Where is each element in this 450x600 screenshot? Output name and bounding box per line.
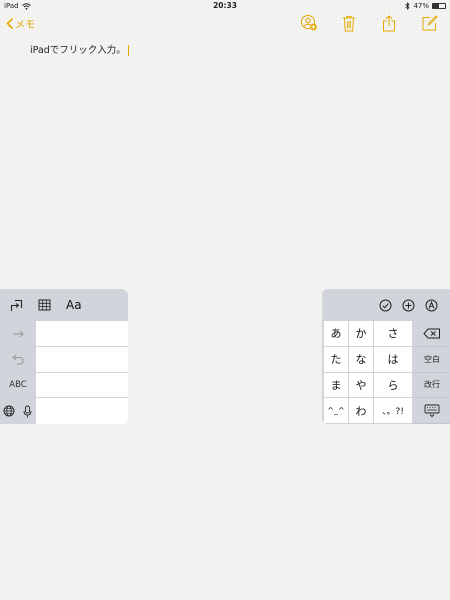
candidate-row[interactable] — [36, 347, 128, 373]
dock-icon — [10, 299, 23, 311]
kana-key[interactable]: あ — [324, 321, 349, 347]
candidate-row[interactable] — [36, 373, 128, 399]
space-key[interactable]: 空白 — [414, 347, 450, 373]
chevron-left-icon — [6, 18, 13, 29]
battery-percent: 47% — [413, 2, 429, 10]
undo-icon — [12, 354, 24, 365]
kana-key[interactable]: は — [374, 346, 413, 373]
left-toolbar: Aa — [0, 289, 128, 321]
kana-key[interactable]: か — [349, 321, 374, 347]
back-button[interactable]: メモ — [6, 16, 35, 31]
note-text: iPadでフリック入力。 — [30, 45, 126, 56]
left-key-column: ABC — [0, 321, 36, 424]
right-toolbar — [322, 289, 450, 321]
kana-key[interactable]: さ — [374, 321, 413, 347]
arrow-right-icon — [13, 330, 24, 338]
delete-icon — [423, 328, 440, 339]
flick-keypad: あ か さ た な は ま や ら ^_^ わ 、。?! 空白 改行 — [322, 321, 450, 424]
microphone-icon — [23, 405, 31, 418]
abc-key[interactable]: ABC — [0, 373, 36, 399]
kana-key[interactable]: ら — [374, 372, 413, 399]
kana-key[interactable]: な — [349, 346, 374, 373]
status-right: 47% — [405, 2, 446, 10]
status-time: 20:33 — [213, 1, 237, 10]
nav-bar: メモ — [0, 12, 450, 38]
plus-circle-icon — [402, 299, 415, 311]
kana-key[interactable]: ま — [324, 372, 349, 399]
note-body[interactable]: iPadでフリック入力。 — [30, 42, 130, 56]
keyboard-right-panel: あ か さ た な は ま や ら ^_^ わ 、。?! 空白 改行 — [322, 289, 450, 424]
markup-button[interactable] — [425, 299, 438, 312]
globe-icon — [3, 405, 15, 417]
mic-key[interactable] — [18, 398, 36, 424]
kana-key[interactable]: や — [349, 372, 374, 399]
candidate-row[interactable] — [36, 321, 128, 347]
trash-icon[interactable] — [340, 14, 358, 32]
globe-mic-row — [0, 398, 36, 424]
table-button[interactable] — [38, 299, 51, 311]
battery-icon — [432, 3, 446, 9]
kana-key[interactable]: た — [324, 346, 349, 373]
text-format-button[interactable]: Aa — [66, 298, 82, 312]
bluetooth-icon — [405, 2, 411, 10]
add-person-icon[interactable] — [300, 14, 318, 32]
insert-button[interactable] — [402, 299, 415, 312]
left-body: ABC — [0, 321, 128, 424]
globe-key[interactable] — [0, 398, 18, 424]
compose-icon[interactable] — [420, 14, 438, 32]
back-label: メモ — [15, 20, 35, 31]
nav-actions — [300, 14, 438, 32]
dismiss-keyboard-key[interactable] — [414, 398, 450, 424]
table-icon — [38, 299, 51, 311]
text-cursor — [127, 45, 130, 56]
delete-key[interactable] — [414, 321, 450, 347]
keyboard-dismiss-icon — [424, 404, 440, 417]
status-bar: iPad 20:33 47% — [0, 0, 450, 12]
candidate-area — [36, 321, 128, 424]
aa-label: Aa — [66, 298, 82, 312]
markup-pen-icon — [425, 299, 438, 311]
kana-key[interactable]: わ — [349, 398, 374, 424]
return-key[interactable]: 改行 — [414, 373, 450, 399]
cursor-right-key[interactable] — [0, 321, 36, 347]
dock-keyboard-button[interactable] — [10, 299, 23, 312]
undo-key[interactable] — [0, 347, 36, 373]
checklist-button[interactable] — [379, 299, 392, 312]
share-icon[interactable] — [380, 14, 398, 32]
emoticon-key[interactable]: ^_^ — [324, 398, 349, 424]
punctuation-key[interactable]: 、。?! — [374, 398, 413, 424]
keyboard-left-panel: Aa ABC — [0, 289, 128, 424]
candidate-row[interactable] — [36, 398, 128, 424]
checkmark-circle-icon — [379, 299, 392, 311]
